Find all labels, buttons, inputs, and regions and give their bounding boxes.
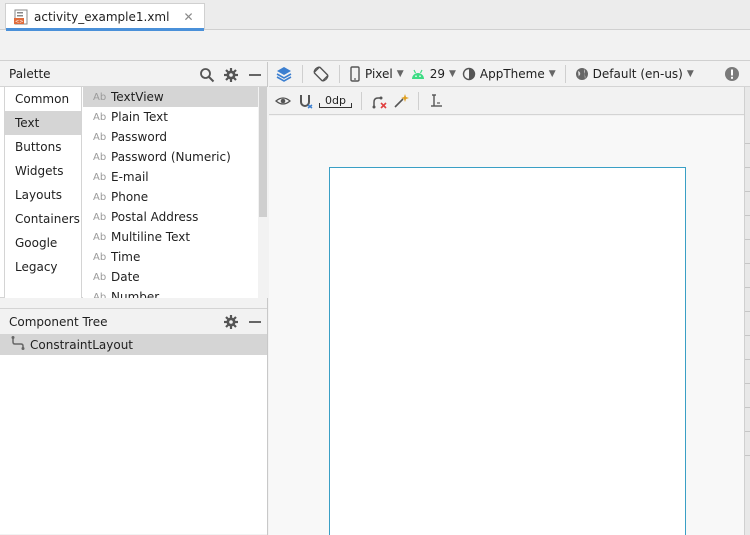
palette-title: Palette: [9, 67, 51, 81]
tab-filename: activity_example1.xml: [34, 10, 170, 24]
category-legacy[interactable]: Legacy: [5, 255, 81, 279]
chevron-down-icon: ▼: [396, 69, 404, 79]
palette-item[interactable]: Ab Multiline Text: [83, 227, 258, 247]
theme-icon: [462, 67, 476, 81]
api-level-selector[interactable]: 29 ▼: [410, 67, 456, 81]
text-widget-icon: Ab: [93, 271, 107, 283]
palette-categories: Common Text Buttons Widgets Layouts Cont…: [4, 87, 82, 298]
chevron-down-icon: ▼: [686, 69, 694, 79]
text-widget-icon: Ab: [93, 91, 107, 103]
close-icon[interactable]: ✕: [183, 10, 193, 24]
palette-item[interactable]: Ab E-mail: [83, 167, 258, 187]
component-tree-header: Component Tree: [0, 308, 267, 334]
category-layouts[interactable]: Layouts: [5, 183, 81, 207]
android-icon: [411, 69, 424, 79]
editor-subtoolbar: [0, 31, 750, 61]
text-widget-icon: Ab: [93, 191, 107, 203]
palette-item[interactable]: Ab Password (Numeric): [83, 147, 258, 167]
clear-constraints-icon[interactable]: [371, 93, 387, 109]
text-widget-icon: Ab: [93, 211, 107, 223]
xml-file-icon: <>: [14, 9, 28, 25]
layers-icon[interactable]: [275, 65, 293, 83]
text-widget-icon: Ab: [93, 291, 107, 299]
design-area: Pixel ▼ 29 ▼ AppTheme ▼ Default (en-us) …: [269, 62, 750, 535]
infer-constraints-icon[interactable]: [393, 93, 409, 109]
eye-icon[interactable]: [275, 93, 291, 109]
palette-header: Palette: [0, 62, 267, 87]
palette-item[interactable]: Ab Time: [83, 247, 258, 267]
tree-item-label: ConstraintLayout: [30, 337, 134, 352]
text-widget-icon: Ab: [93, 111, 107, 123]
palette-item[interactable]: Ab Plain Text: [83, 107, 258, 127]
constraint-layout-icon: [10, 335, 26, 354]
category-google[interactable]: Google: [5, 231, 81, 255]
locale-selector[interactable]: Default (en-us) ▼: [575, 67, 694, 81]
minimize-icon[interactable]: [247, 314, 263, 330]
magnet-icon[interactable]: [297, 93, 313, 109]
text-widget-icon: Ab: [93, 251, 107, 263]
palette-body: Common Text Buttons Widgets Layouts Cont…: [0, 87, 268, 298]
right-side-strip: [744, 87, 750, 535]
editor-tab[interactable]: <> activity_example1.xml ✕: [5, 3, 205, 31]
svg-text:<>: <>: [15, 19, 23, 25]
palette-scrollbar[interactable]: [258, 87, 268, 298]
palette-item[interactable]: Ab TextView: [83, 87, 258, 107]
guidelines-icon[interactable]: [428, 93, 444, 109]
chevron-down-icon: ▼: [448, 69, 456, 79]
warning-icon[interactable]: [724, 66, 740, 82]
constraint-toolbar: 0dp: [269, 87, 750, 115]
category-text[interactable]: Text: [5, 111, 81, 135]
palette-item[interactable]: Ab Password: [83, 127, 258, 147]
palette-items: Ab TextView Ab Plain Text Ab Password Ab Pas…: [83, 87, 258, 298]
theme-selector[interactable]: AppTheme ▼: [462, 67, 556, 81]
minimize-icon[interactable]: [247, 67, 263, 83]
category-containers[interactable]: Containers: [5, 207, 81, 231]
gear-icon[interactable]: [223, 314, 239, 330]
gear-icon[interactable]: [223, 67, 239, 83]
text-widget-icon: Ab: [93, 151, 107, 163]
design-canvas[interactable]: [269, 116, 744, 535]
text-widget-icon: Ab: [93, 131, 107, 143]
component-tree-title: Component Tree: [9, 314, 108, 329]
default-margin-selector[interactable]: 0dp: [319, 94, 352, 108]
text-widget-icon: Ab: [93, 231, 107, 243]
device-preview[interactable]: [329, 167, 686, 535]
palette-item[interactable]: Ab Number: [83, 287, 258, 298]
editor-tab-bar: <> activity_example1.xml ✕: [0, 0, 750, 31]
component-tree-body: ConstraintLayout: [0, 334, 267, 534]
category-widgets[interactable]: Widgets: [5, 159, 81, 183]
device-selector[interactable]: Pixel ▼: [349, 66, 404, 82]
palette-item[interactable]: Ab Phone: [83, 187, 258, 207]
left-panel: Palette Common Text Buttons Widgets Layo…: [0, 62, 268, 535]
palette-item[interactable]: Ab Date: [83, 267, 258, 287]
palette-item[interactable]: Ab Postal Address: [83, 207, 258, 227]
category-buttons[interactable]: Buttons: [5, 135, 81, 159]
globe-icon: [575, 68, 588, 80]
design-toolbar: Pixel ▼ 29 ▼ AppTheme ▼ Default (en-us) …: [269, 62, 750, 87]
orientation-icon[interactable]: [312, 65, 330, 83]
phone-icon: [350, 66, 360, 82]
chevron-down-icon: ▼: [548, 69, 556, 79]
text-widget-icon: Ab: [93, 171, 107, 183]
tree-item-constraint-layout[interactable]: ConstraintLayout: [0, 334, 267, 355]
category-common[interactable]: Common: [5, 87, 81, 111]
search-icon[interactable]: [199, 67, 215, 83]
